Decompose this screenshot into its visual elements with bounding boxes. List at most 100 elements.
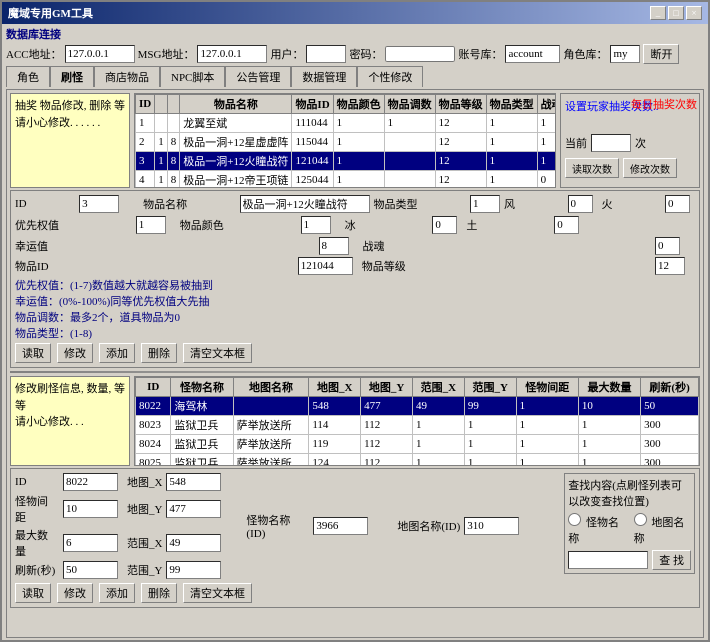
monster-table-row[interactable]: 8024监狱卫兵萨举放送所1191121111300: [136, 435, 699, 454]
db-connection-section: 数据库连接 ACC地址： MSG地址： 用户： 密码： 账号库： 角色库： 断开: [6, 26, 704, 64]
m-range-y-input[interactable]: [166, 561, 221, 579]
fire-input[interactable]: [665, 195, 690, 213]
col-level: 物品等级: [435, 95, 486, 114]
role-label: 角色库：: [563, 46, 607, 62]
m-map-x-input[interactable]: [166, 473, 221, 491]
search-button[interactable]: 查 找: [652, 550, 691, 570]
db-input[interactable]: [505, 45, 560, 63]
tab-shop[interactable]: 商店物品: [94, 66, 160, 87]
monster-table-scroll[interactable]: ID 怪物名称 地图名称 地图_X 地图_Y 范围_X 范围_Y 怪物间距 最大…: [134, 376, 700, 466]
m-clear-button[interactable]: 清空文本框: [183, 583, 252, 603]
msg-input[interactable]: [197, 45, 267, 63]
col-id: ID: [136, 95, 155, 114]
m-col-dist: 怪物间距: [516, 378, 578, 397]
luck-input[interactable]: [319, 237, 349, 255]
m-map-name-id-label: 地图名称(ID): [397, 518, 460, 534]
minimize-button[interactable]: _: [650, 6, 666, 20]
col-soul: 战魂: [537, 95, 556, 114]
item-modify-button[interactable]: 修改: [57, 343, 93, 363]
item-table-row[interactable]: 218极品一洞+12星虚虚阵1150441121100: [136, 133, 557, 152]
lottery-current-label: 当前: [565, 135, 587, 151]
m-dist-label: 怪物间距: [15, 493, 59, 525]
earth-input[interactable]: [554, 216, 579, 234]
wind-input[interactable]: [568, 195, 593, 213]
maximize-button[interactable]: □: [668, 6, 684, 20]
lottery-current-input[interactable]: [591, 134, 631, 152]
read-count-button[interactable]: 读取次数: [565, 158, 619, 178]
pwd-input[interactable]: [385, 46, 455, 62]
m-add-button[interactable]: 添加: [99, 583, 135, 603]
col-color: 物品颜色: [333, 95, 384, 114]
col-tune: 物品调数: [384, 95, 435, 114]
radio-monster[interactable]: [568, 513, 581, 526]
item-table-scroll[interactable]: ID 物品名称 物品ID 物品颜色 物品调数 物品等级 物品类型 战魂: [134, 93, 556, 188]
m-map-x-label: 地图_X: [127, 474, 162, 490]
m-monster-name-input[interactable]: [313, 517, 368, 535]
radio-monster-label[interactable]: 怪物名称: [568, 513, 625, 546]
tab-personal[interactable]: 个性修改: [357, 66, 423, 87]
luck-label: 幸运值: [15, 238, 315, 254]
item-read-button[interactable]: 读取: [15, 343, 51, 363]
tab-bar: 角色 刷怪 商店物品 NPC脚本 公告管理 数据管理 个性修改: [6, 66, 704, 87]
tab-shuaiguai[interactable]: 刷怪: [50, 66, 94, 87]
radio-map-label[interactable]: 地图名称: [634, 513, 691, 546]
earth-label: 土: [466, 217, 550, 233]
m-modify-button[interactable]: 修改: [57, 583, 93, 603]
ice-input[interactable]: [432, 216, 457, 234]
tab-data[interactable]: 数据管理: [291, 66, 357, 87]
item-table-row[interactable]: 418极品一洞+12帝王项链1250441121000: [136, 171, 557, 189]
monster-table-row[interactable]: 8022海驾林548477499911050: [136, 397, 699, 416]
m-map-name-id-input[interactable]: [464, 517, 519, 535]
hint2: 幸运值：(0%-100%)同等优先权值大先抽: [15, 293, 695, 309]
item-add-button[interactable]: 添加: [99, 343, 135, 363]
color-input[interactable]: [301, 216, 331, 234]
m-col-refresh: 刷新(秒): [641, 378, 699, 397]
m-max-input[interactable]: [63, 534, 118, 552]
monster-table-row[interactable]: 8023监狱卫兵萨举放送所1141121111300: [136, 416, 699, 435]
ice-label: 冰: [345, 217, 429, 233]
search-input[interactable]: [568, 551, 648, 569]
item-form: ID 物品名称 物品类型 风 火 优先权值 物品颜色 冰: [10, 190, 700, 368]
m-col-rx: 范围_X: [412, 378, 464, 397]
item-delete-button[interactable]: 删除: [141, 343, 177, 363]
priority-input[interactable]: [136, 216, 166, 234]
m-id-label: ID: [15, 476, 59, 488]
close-button[interactable]: ×: [686, 6, 702, 20]
monster-table-row[interactable]: 8025监狱卫兵萨举放送所1241121111300: [136, 454, 699, 467]
connect-button[interactable]: 断开: [643, 44, 679, 64]
monster-form-mid: 怪物名称(ID) 地图名称(ID): [246, 473, 544, 579]
modify-count-button[interactable]: 修改次数: [623, 158, 677, 178]
tab-role[interactable]: 角色: [6, 66, 50, 87]
m-dist-input[interactable]: [63, 500, 118, 518]
item-table: ID 物品名称 物品ID 物品颜色 物品调数 物品等级 物品类型 战魂: [135, 94, 556, 188]
item-table-row[interactable]: 1龙翼至斌11104411121100: [136, 114, 557, 133]
user-input[interactable]: [306, 45, 346, 63]
soul-label: 战魂: [363, 238, 652, 254]
item-table-row[interactable]: 318极品一洞+12火瞳战符1210441121100: [136, 152, 557, 171]
radio-map[interactable]: [634, 513, 647, 526]
soul-input[interactable]: [655, 237, 680, 255]
id-input[interactable]: [79, 195, 119, 213]
level-input[interactable]: [655, 257, 685, 275]
item-clear-button[interactable]: 清空文本框: [183, 343, 252, 363]
name-label: 物品名称: [143, 196, 235, 212]
name-input[interactable]: [240, 195, 370, 213]
acc-label: ACC地址：: [6, 46, 62, 62]
m-id-input[interactable]: [63, 473, 118, 491]
m-map-y-input[interactable]: [166, 500, 221, 518]
m-col-monster: 怪物名称: [171, 378, 233, 397]
priority-label: 优先权值: [15, 217, 132, 233]
role-input[interactable]: [610, 45, 640, 63]
tab-announce[interactable]: 公告管理: [225, 66, 291, 87]
acc-input[interactable]: [65, 45, 135, 63]
item-form-buttons: 读取 修改 添加 删除 清空文本框: [15, 343, 695, 363]
m-refresh-input[interactable]: [63, 561, 118, 579]
search-group: 查找内容(点刷怪列表可以改变查找位置) 怪物名称 地图名称: [564, 473, 695, 574]
m-range-x-input[interactable]: [166, 534, 221, 552]
m-read-button[interactable]: 读取: [15, 583, 51, 603]
tab-npc[interactable]: NPC脚本: [160, 66, 225, 87]
m-delete-button[interactable]: 删除: [141, 583, 177, 603]
item-id-input[interactable]: [298, 257, 353, 275]
id-label: ID: [15, 198, 75, 210]
type-input[interactable]: [470, 195, 500, 213]
